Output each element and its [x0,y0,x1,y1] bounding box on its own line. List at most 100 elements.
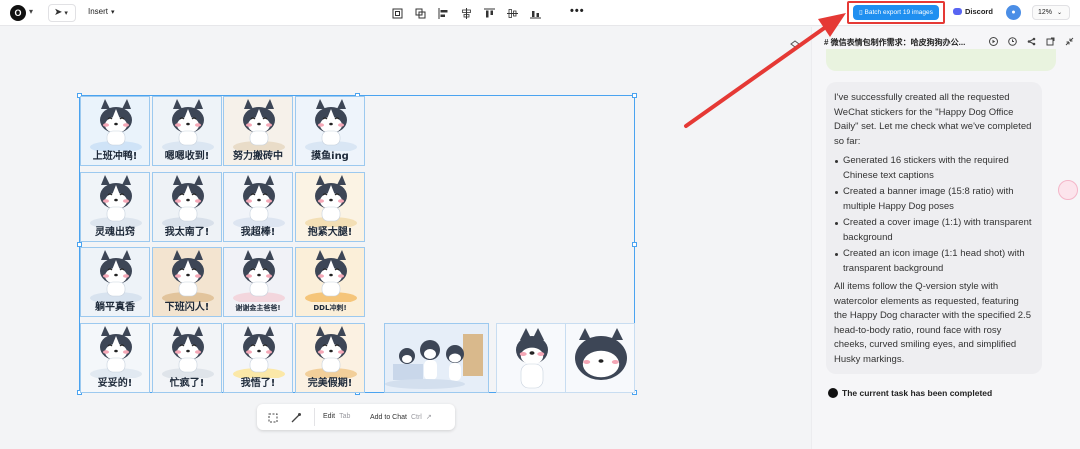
align-top-icon[interactable] [482,6,496,20]
husky-illustration [162,326,214,378]
sticker-caption: 我太南了! [164,227,210,238]
list-item: Created a banner image (15:8 ratio) with… [834,185,1034,214]
husky-illustration [90,175,142,227]
husky-illustration [90,250,142,302]
share-icon[interactable] [1026,36,1036,46]
more-options-button[interactable]: ••• [570,5,585,17]
history-icon[interactable] [1007,36,1017,46]
husky-illustration [233,326,285,378]
sticker-caption: 摸鱼ing [311,151,349,162]
message-intro: I've successfully created all the reques… [834,92,1032,147]
edit-label: Edit [323,413,336,420]
husky-illustration [90,326,142,378]
zoom-select[interactable]: 12% ⌄ [1032,5,1070,20]
edit-button[interactable]: Edit Tab [323,413,350,420]
sticker-caption: 忙疯了! [169,378,205,389]
selection-toolbar: Edit Tab Add to Chat Ctrl ↗ [257,404,455,430]
husky-illustration [90,99,142,151]
sticker-caption: 努力搬砖中 [233,151,283,162]
sticker-tile[interactable]: DDL冲刺! [295,247,365,317]
sticker-caption: 嗯嗯收到! [164,151,210,162]
magic-brush-icon[interactable] [290,411,302,423]
sticker-tile[interactable]: 上班冲鸭! [80,96,150,166]
add-to-chat-button[interactable]: Add to Chat Ctrl ↗ [370,413,432,421]
sticker-tile[interactable]: 下班闪人! [152,247,222,317]
husky-illustration [305,250,357,302]
distribute-icon[interactable] [528,6,542,20]
husky-illustration [305,326,357,378]
discord-button[interactable]: Discord [953,7,993,16]
icon-image[interactable] [565,323,635,393]
chat-panel: # 微信表情包制作需求：哈皮狗狗办公... I've successfully … [790,27,1080,449]
husky-illustration [233,175,285,227]
sticker-tile[interactable]: 谢谢金主爸爸! [223,247,293,317]
play-icon[interactable] [988,36,998,46]
toolbar-divider [314,408,315,426]
sticker-caption: 我超棒! [240,227,276,238]
sticker-tile[interactable]: 抱紧大腿! [295,172,365,242]
user-avatar[interactable]: ● [1006,5,1021,20]
chevron-down-icon[interactable]: ▾ [29,7,33,16]
sticker-tile[interactable]: 我超棒! [223,172,293,242]
chevron-down-icon: ▾ [64,10,68,17]
sticker-tile[interactable]: 嗯嗯收到! [152,96,222,166]
pointer-tool-select[interactable]: ➤ ▾ [48,4,76,22]
align-middle-icon[interactable] [505,6,519,20]
export-icon[interactable] [1045,36,1055,46]
cover-image[interactable] [496,323,566,393]
completed-items-list: Generated 16 stickers with the required … [834,154,1034,276]
sticker-tile[interactable]: 忙疯了! [152,323,222,393]
husky-illustration [305,99,357,151]
sticker-caption: 我悟了! [240,378,276,389]
sticker-caption: 完美假期! [307,378,353,389]
sticker-tile[interactable]: 完美假期! [295,323,365,393]
task-status: The current task has been completed [828,388,992,398]
app-logo[interactable]: O [10,5,26,21]
sticker-tile[interactable]: 躺平真香 [80,247,150,317]
add-shortcut: Ctrl [410,414,422,421]
sticker-caption: 躺平真香 [95,302,135,313]
sticker-tile[interactable]: 摸鱼ing [295,96,365,166]
assistant-bubble-icon[interactable] [1058,180,1078,200]
sticker-caption: 谢谢金主爸爸! [235,304,281,312]
chat-title: # 微信表情包制作需求：哈皮狗狗办公... [824,38,966,47]
lasso-select-icon[interactable] [267,411,279,423]
assistant-message: I've successfully created all the reques… [826,82,1042,374]
chat-actions [988,36,1074,46]
align-center-icon[interactable] [459,6,473,20]
group-icon[interactable] [390,6,404,20]
husky-illustration [305,175,357,227]
list-item: Generated 16 stickers with the required … [834,154,1034,183]
task-status-label: The current task has been completed [842,388,993,398]
collapse-icon[interactable] [1064,36,1074,46]
alignment-tools [390,6,542,20]
sticker-caption: 上班冲鸭! [92,151,138,162]
banner-image[interactable] [384,323,489,393]
resize-handle-tr[interactable] [632,93,637,98]
design-canvas[interactable]: 上班冲鸭! 嗯嗯收到! 努力搬砖中 摸鱼ing 灵魂出窍 我太南了! 我超棒! 抱紧大腿! 躺平… [0,27,810,449]
sticker-tile[interactable]: 我悟了! [223,323,293,393]
discord-icon [953,8,962,15]
align-left-icon[interactable] [436,6,450,20]
status-icon [828,388,838,398]
pointer-icon: ➤ [54,7,63,18]
insert-menu[interactable]: Insert ▾ [88,7,115,16]
sticker-caption: 抱紧大腿! [307,227,353,238]
list-item: Created a cover image (1:1) with transpa… [834,216,1034,245]
cursor-icon: ↗ [425,414,432,421]
ungroup-icon[interactable] [413,6,427,20]
resize-handle-r[interactable] [632,242,637,247]
sticker-tile[interactable]: 努力搬砖中 [223,96,293,166]
sticker-tile[interactable]: 灵魂出窍 [80,172,150,242]
husky-illustration [233,99,285,151]
sticker-tile[interactable]: 妥妥的! [80,323,150,393]
add-to-chat-label: Add to Chat [370,414,407,421]
top-toolbar: O ▾ ➤ ▾ Insert ▾ ••• ▯ Batch export 19 ima… [0,0,1080,26]
layers-icon[interactable] [790,37,800,48]
husky-illustration [162,175,214,227]
banner-illustration [385,324,488,392]
discord-label: Discord [965,7,993,16]
sticker-tile[interactable]: 我太南了! [152,172,222,242]
sticker-caption: DDL冲刺! [313,304,347,312]
chevron-down-icon: ⌄ [1057,10,1063,16]
